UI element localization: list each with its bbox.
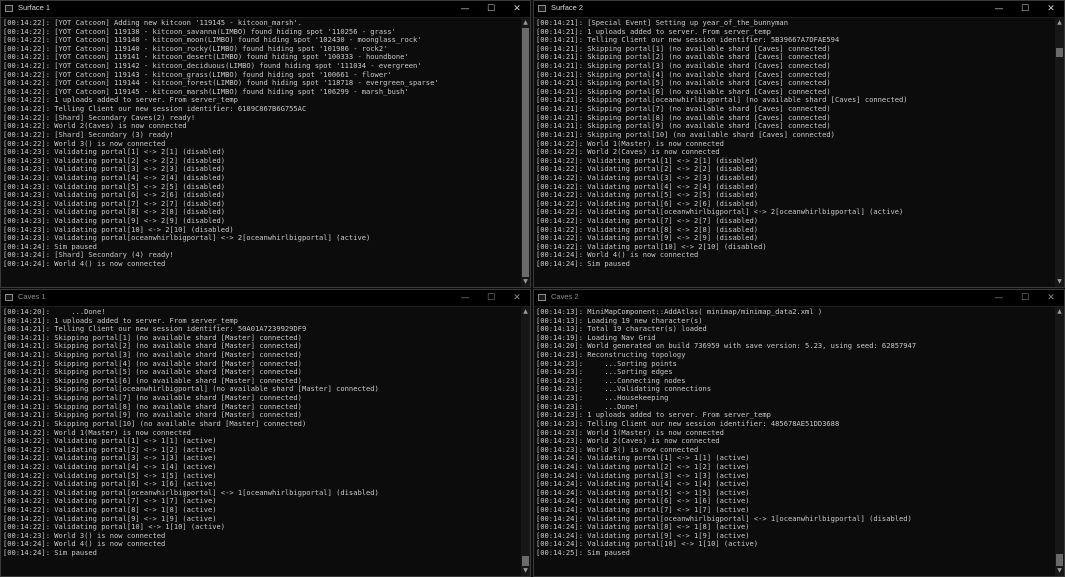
close-button[interactable]: ✕ (504, 1, 530, 17)
console-window-caves-2[interactable]: Caves 2 — ☐ ✕ [00:14:13]: MiniMapCompone… (533, 289, 1065, 577)
minimize-button[interactable]: — (452, 290, 478, 306)
console-app-icon (538, 5, 546, 12)
console-window-surface-1[interactable]: Surface 1 — ☐ ✕ [00:14:22]: [YOT Catcoon… (0, 0, 531, 288)
scroll-up-icon[interactable]: ▲ (521, 19, 530, 27)
maximize-button[interactable]: ☐ (478, 290, 504, 306)
console-output[interactable]: [00:14:13]: MiniMapComponent::AddAtlas( … (534, 307, 1055, 576)
close-button[interactable]: ✕ (1038, 1, 1064, 17)
console-output[interactable]: [00:14:22]: [YOT Catcoon] Adding new kit… (1, 18, 521, 287)
console-line: [00:14:24]: World 4() is now connected (3, 259, 166, 269)
console-window-caves-1[interactable]: Caves 1 — ☐ ✕ [00:14:20]: ...Done! [00:14… (0, 289, 531, 577)
minimize-button[interactable]: — (986, 1, 1012, 17)
close-button[interactable]: ✕ (504, 290, 530, 306)
scroll-up-icon[interactable]: ▲ (521, 308, 530, 316)
scrollbar-thumb[interactable] (1056, 48, 1063, 57)
scroll-down-icon[interactable]: ▼ (1055, 278, 1064, 286)
minimize-button[interactable]: — (452, 1, 478, 17)
title-bar[interactable]: Caves 1 — ☐ ✕ (1, 290, 530, 307)
title-bar[interactable]: Caves 2 — ☐ ✕ (534, 290, 1064, 307)
console-output[interactable]: [00:14:20]: ...Done! [00:14:21]: 1 upload… (1, 307, 521, 576)
console-app-icon (5, 5, 13, 12)
console-line: [00:14:24]: Sim paused (536, 259, 630, 269)
console-line: [00:14:24]: Sim paused (3, 548, 97, 558)
scroll-down-icon[interactable]: ▼ (521, 278, 530, 286)
vertical-scrollbar[interactable]: ▲ ▼ (1055, 18, 1064, 287)
scrollbar-thumb[interactable] (1056, 554, 1063, 566)
console-output[interactable]: [00:14:21]: [Special Event] Setting up y… (534, 18, 1055, 287)
console-line: [00:14:25]: Sim paused (536, 548, 630, 558)
console-app-icon (5, 294, 13, 301)
title-bar[interactable]: Surface 2 — ☐ ✕ (534, 1, 1064, 18)
scroll-up-icon[interactable]: ▲ (1055, 19, 1064, 27)
vertical-scrollbar[interactable]: ▲ ▼ (1055, 307, 1064, 576)
scroll-up-icon[interactable]: ▲ (1055, 308, 1064, 316)
console-window-surface-2[interactable]: Surface 2 — ☐ ✕ [00:14:21]: [Special Eve… (533, 0, 1065, 288)
console-app-icon (538, 294, 546, 301)
maximize-button[interactable]: ☐ (1012, 290, 1038, 306)
window-title: Surface 1 (18, 3, 51, 12)
maximize-button[interactable]: ☐ (478, 1, 504, 17)
scroll-down-icon[interactable]: ▼ (1055, 567, 1064, 575)
maximize-button[interactable]: ☐ (1012, 1, 1038, 17)
minimize-button[interactable]: — (986, 290, 1012, 306)
scroll-down-icon[interactable]: ▼ (521, 567, 530, 575)
scrollbar-thumb[interactable] (522, 28, 529, 277)
window-title: Caves 1 (18, 292, 46, 301)
title-bar[interactable]: Surface 1 — ☐ ✕ (1, 1, 530, 18)
scrollbar-thumb[interactable] (522, 556, 529, 566)
close-button[interactable]: ✕ (1038, 290, 1064, 306)
vertical-scrollbar[interactable]: ▲ ▼ (521, 18, 530, 287)
window-title: Surface 2 (551, 3, 584, 12)
vertical-scrollbar[interactable]: ▲ ▼ (521, 307, 530, 576)
window-title: Caves 2 (551, 292, 579, 301)
